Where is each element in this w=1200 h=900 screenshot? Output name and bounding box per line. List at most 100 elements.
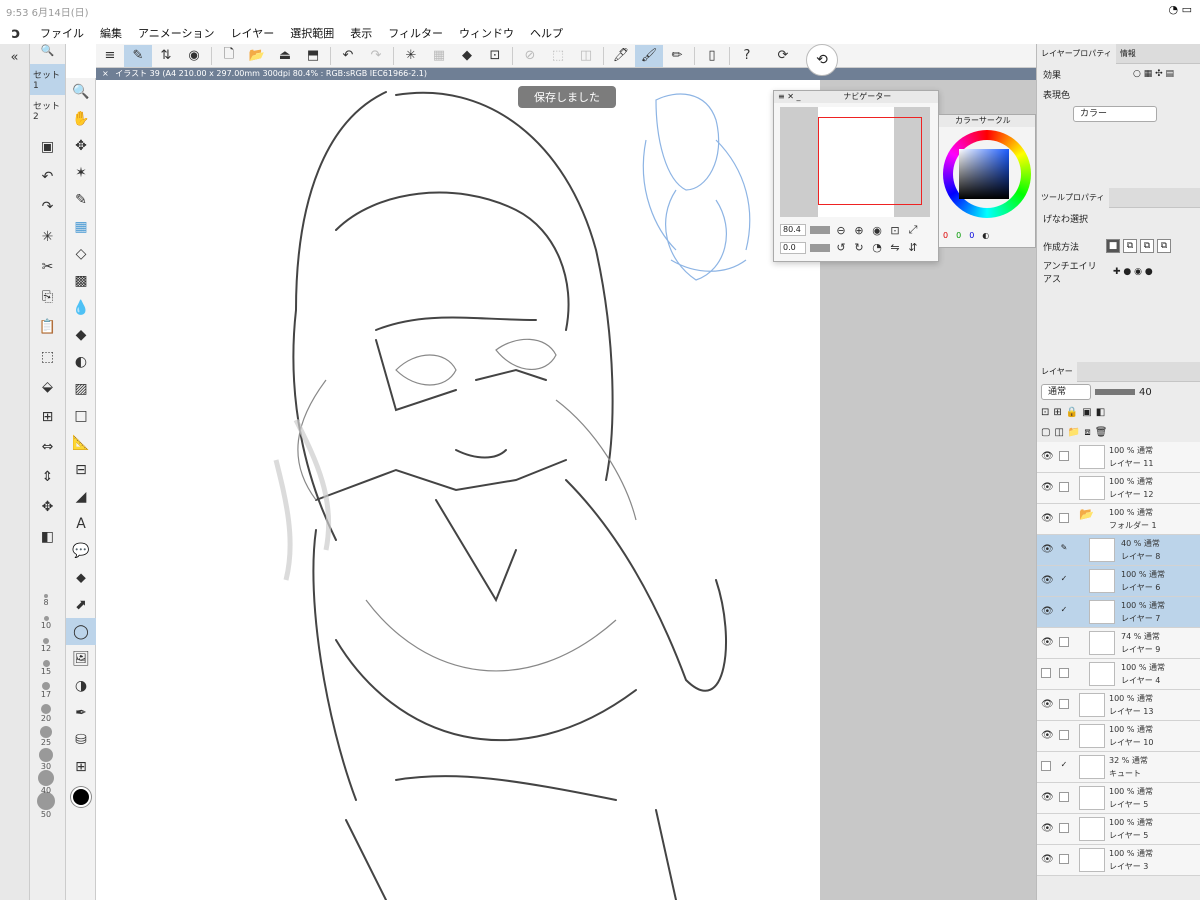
fill-icon[interactable]: ◆ — [66, 321, 96, 348]
balloon-icon[interactable]: 💬 — [66, 537, 96, 564]
blue-value[interactable]: 0 — [969, 231, 974, 240]
hidden-layer-checkbox[interactable] — [1041, 668, 1051, 678]
folder-icon[interactable]: 📂 — [1079, 507, 1105, 531]
copy-icon[interactable]: ⎘ — [30, 282, 65, 312]
pencil-icon[interactable]: ✏ — [663, 45, 691, 67]
delete-layer-icon[interactable]: 🗑 — [1095, 427, 1108, 438]
decoration-icon[interactable]: ◑ — [66, 672, 96, 699]
menu-edit[interactable]: 編集 — [100, 25, 122, 41]
brush-size-item[interactable]: 25 — [30, 726, 62, 748]
correction-icon[interactable]: ⬥ — [66, 564, 96, 591]
layer-row[interactable]: 👁 100 % 通常 レイヤー 5 — [1037, 783, 1200, 814]
collapse-icon[interactable]: « — [0, 44, 29, 70]
layer-checkbox[interactable] — [1059, 513, 1069, 523]
eraser-icon[interactable]: ◇ — [66, 240, 96, 267]
tab-layer[interactable]: レイヤー — [1037, 361, 1077, 382]
flip-vertical-icon[interactable]: ⇕ — [30, 462, 65, 492]
frame-icon[interactable]: ⊟ — [66, 456, 96, 483]
visibility-eye-icon[interactable]: 👁 — [1041, 451, 1054, 462]
record-icon[interactable]: ◉ — [180, 45, 208, 67]
layer-row[interactable]: 👁 100 % 通常 レイヤー 3 — [1037, 845, 1200, 876]
layer-row[interactable]: 100 % 通常 レイヤー 4 — [1037, 659, 1200, 690]
new-raster-layer-icon[interactable]: ▢ — [1041, 427, 1050, 438]
antialias-options-icon[interactable]: ✚ ● ◉ ● — [1113, 267, 1153, 277]
auto-select-icon[interactable]: ✶ — [66, 159, 96, 186]
move-tool-icon[interactable]: ✥ — [66, 132, 96, 159]
redo-icon[interactable]: ↷ — [362, 45, 390, 67]
free-transform-icon[interactable]: ⬙ — [30, 372, 65, 402]
selection-intersect-icon[interactable]: ⧉ — [1157, 239, 1171, 253]
visibility-eye-icon[interactable]: 👁 — [1041, 513, 1054, 524]
layer-color-icon[interactable]: ◧ — [1096, 407, 1105, 418]
updown-icon[interactable]: ⇅ — [152, 45, 180, 67]
brush-size-item[interactable]: 50 — [30, 792, 62, 819]
menu-help[interactable]: ヘルプ — [530, 25, 563, 41]
merge-down-icon[interactable]: ⧈ — [1084, 427, 1090, 438]
blend-mode-select[interactable]: 通常 — [1041, 384, 1091, 400]
tab-layer-property[interactable]: レイヤープロパティ — [1037, 43, 1116, 64]
layer-checkbox[interactable] — [1059, 451, 1069, 461]
visibility-eye-icon[interactable]: 👁 — [1041, 544, 1054, 555]
new-vector-layer-icon[interactable]: ◫ — [1054, 427, 1063, 438]
spray-icon[interactable]: ⛁ — [66, 726, 96, 753]
red-value[interactable]: 0 — [943, 231, 948, 240]
layer-row[interactable]: 👁 100 % 通常 レイヤー 5 — [1037, 814, 1200, 845]
layer-checkbox[interactable] — [1059, 699, 1069, 709]
gradient-square-icon[interactable]: ▨ — [66, 375, 96, 402]
drawing-paper[interactable] — [96, 80, 820, 900]
menu-file[interactable]: ファイル — [40, 25, 84, 41]
selection-new-icon[interactable]: ■ — [1106, 239, 1120, 253]
layer-row[interactable]: 👁 100 % 通常 レイヤー 13 — [1037, 690, 1200, 721]
crop-icon[interactable]: ◫ — [572, 45, 600, 67]
brush-size-item[interactable]: 12 — [30, 638, 62, 660]
material-icon[interactable]: 🖼 — [66, 645, 96, 672]
navigator-viewport-frame[interactable] — [818, 117, 922, 205]
layer-checkbox[interactable] — [1059, 792, 1069, 802]
zoom-tool-icon[interactable]: 🔍 — [66, 78, 96, 105]
flip-v-icon[interactable]: ⇵ — [906, 241, 920, 254]
help-icon[interactable]: ? — [733, 45, 761, 67]
cut-icon[interactable]: ✂ — [30, 252, 65, 282]
actual-size-icon[interactable]: ⊡ — [888, 224, 902, 237]
layer-row[interactable]: 👁 74 % 通常 レイヤー 9 — [1037, 628, 1200, 659]
reset-rotation-icon[interactable]: ◔ — [870, 241, 884, 254]
layer-row-selected[interactable]: 👁 ✎ 40 % 通常 レイヤー 8 — [1037, 535, 1200, 566]
zoom-value[interactable]: 80.4 — [780, 224, 806, 236]
spinner-icon[interactable]: ✳ — [397, 45, 425, 67]
visibility-eye-icon[interactable]: 👁 — [1041, 730, 1054, 741]
rotation-value[interactable]: 0.0 — [780, 241, 806, 254]
blend-icon[interactable]: ▩ — [66, 267, 96, 294]
layer-row[interactable]: 👁 ✓ 100 % 通常 レイヤー 6 — [1037, 566, 1200, 597]
mesh-transform-icon[interactable]: ⊞ — [30, 402, 65, 432]
flip-h-icon[interactable]: ⇋ — [888, 241, 902, 254]
zoom-out-icon[interactable]: ⊖ — [834, 224, 848, 237]
lasso-icon[interactable]: ◯ — [66, 618, 96, 645]
visibility-eye-icon[interactable]: 👁 — [1041, 699, 1054, 710]
opacity-slider[interactable] — [1095, 389, 1135, 395]
shape-icon[interactable]: □ — [66, 402, 96, 429]
menu-icon[interactable]: ≡ — [96, 45, 124, 67]
water-icon[interactable]: 💧 — [66, 294, 96, 321]
check-icon[interactable]: ✓ — [1059, 606, 1069, 616]
layer-row[interactable]: ✓ 32 % 通常 キュート — [1037, 752, 1200, 783]
layer-checkbox[interactable] — [1059, 730, 1069, 740]
panel-close-icon[interactable]: ≡ ✕ _ — [778, 91, 801, 103]
fill-bucket-icon[interactable]: ◆ — [453, 45, 481, 67]
layer-row[interactable]: 👁 100 % 通常 レイヤー 11 — [1037, 442, 1200, 473]
brush-size-item[interactable]: 15 — [30, 660, 62, 682]
selection-add-icon[interactable]: ⧉ — [1123, 239, 1137, 253]
open-icon[interactable]: 📂 — [243, 45, 271, 67]
visibility-eye-icon[interactable]: 👁 — [1041, 575, 1054, 586]
visibility-eye-icon[interactable]: 👁 — [1041, 482, 1054, 493]
ruler-icon[interactable]: 📐 — [66, 429, 96, 456]
layer-mask-icon[interactable]: ▣ — [1082, 407, 1091, 418]
rotation-slider[interactable] — [810, 243, 830, 252]
brush-size-item[interactable]: 10 — [30, 616, 62, 638]
brush-size-item[interactable]: 20 — [30, 704, 62, 726]
redo-icon[interactable]: ↷ — [30, 192, 65, 222]
transform-icon[interactable]: ⊡ — [481, 45, 509, 67]
hand-tool-icon[interactable]: ✋ — [66, 105, 96, 132]
opacity-value[interactable]: 40 — [1139, 387, 1152, 398]
marker-icon[interactable]: ✒ — [66, 699, 96, 726]
layer-lock-icon[interactable]: 🔒 — [1066, 407, 1078, 418]
